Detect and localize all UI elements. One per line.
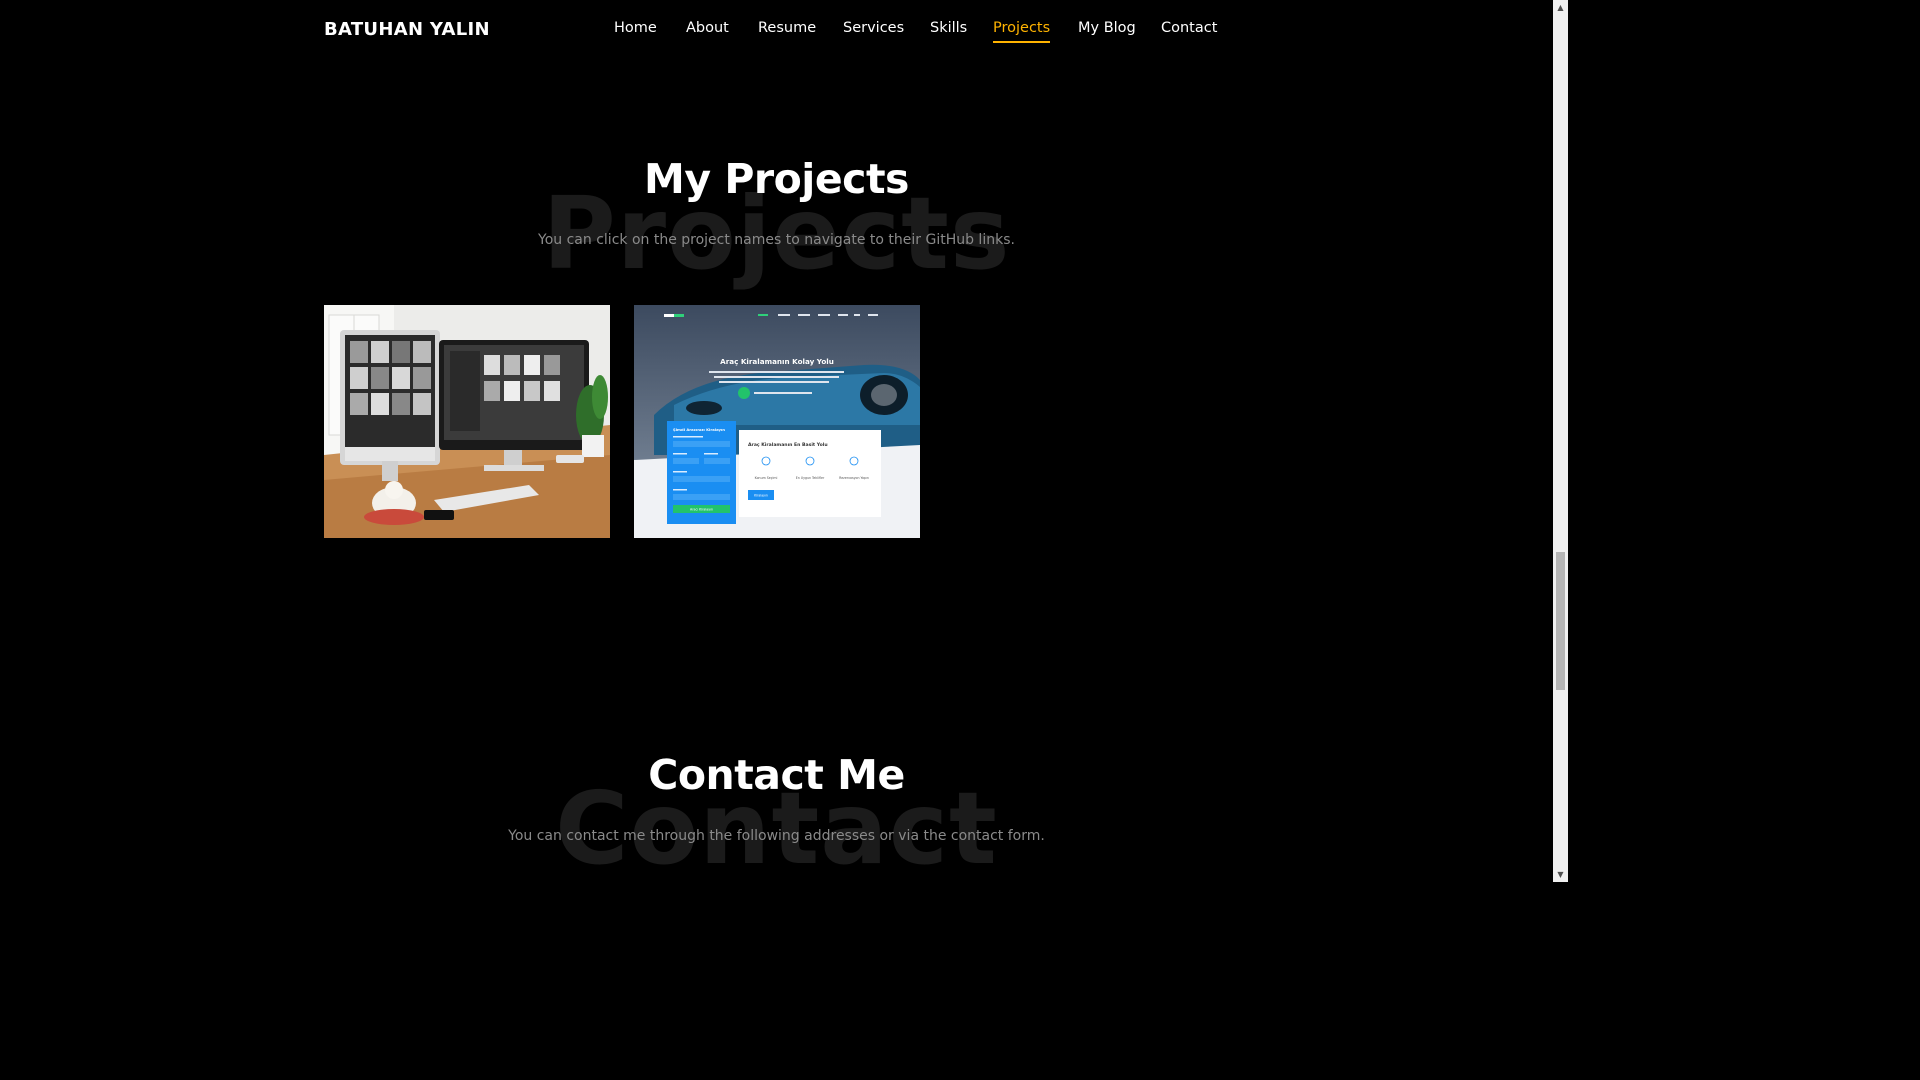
- preview-form-button: Aracı Kiralayın: [690, 508, 713, 512]
- preview-card-button: Kiralayın: [754, 494, 768, 498]
- project-card-workspace[interactable]: [324, 305, 610, 538]
- page-scrollbar[interactable]: ▲ ▼: [1553, 0, 1568, 882]
- projects-subtitle: You can click on the project names to na…: [538, 232, 1015, 248]
- projects-title: My Projects: [644, 155, 909, 203]
- nav-item-services[interactable]: Services: [843, 20, 904, 36]
- preview-card-item: Rezervasyon Yapın: [839, 476, 869, 480]
- project-card-car-rental[interactable]: Araç Kiralamanın Kolay Yolu Şimdi Aracın…: [634, 305, 920, 538]
- nav-item-my-blog[interactable]: My Blog: [1078, 20, 1136, 36]
- desk-workspace-image: [324, 305, 610, 538]
- car-rental-site-preview: Araç Kiralamanın Kolay Yolu Şimdi Aracın…: [634, 305, 920, 538]
- nav-item-about[interactable]: About: [686, 20, 729, 36]
- preview-card-title: Araç Kiralamanın En Basit Yolu: [748, 442, 828, 448]
- contact-subtitle: You can contact me through the following…: [508, 828, 1045, 844]
- page: BATUHAN YALIN Home About Resume Services…: [0, 0, 1568, 887]
- preview-card-item: En Uygun Teklifler: [796, 476, 825, 480]
- scroll-thumb[interactable]: [1556, 552, 1565, 690]
- nav-item-home[interactable]: Home: [614, 20, 657, 36]
- nav-item-projects[interactable]: Projects: [993, 20, 1051, 43]
- preview-card-item: Konum Seçimi: [755, 476, 778, 480]
- nav-item-resume[interactable]: Resume: [758, 20, 816, 36]
- preview-hero-title: Araç Kiralamanın Kolay Yolu: [720, 357, 834, 366]
- nav-item-skills[interactable]: Skills: [930, 20, 967, 36]
- scroll-up-arrow-icon[interactable]: ▲: [1553, 0, 1568, 15]
- preview-form-title: Şimdi Aracınızı Kiralayın: [673, 427, 725, 432]
- contact-title: Contact Me: [648, 751, 905, 799]
- main-nav: Home About Resume Services Skills Projec…: [0, 20, 1568, 50]
- scroll-down-arrow-icon[interactable]: ▼: [1553, 867, 1568, 882]
- nav-item-contact[interactable]: Contact: [1161, 20, 1217, 36]
